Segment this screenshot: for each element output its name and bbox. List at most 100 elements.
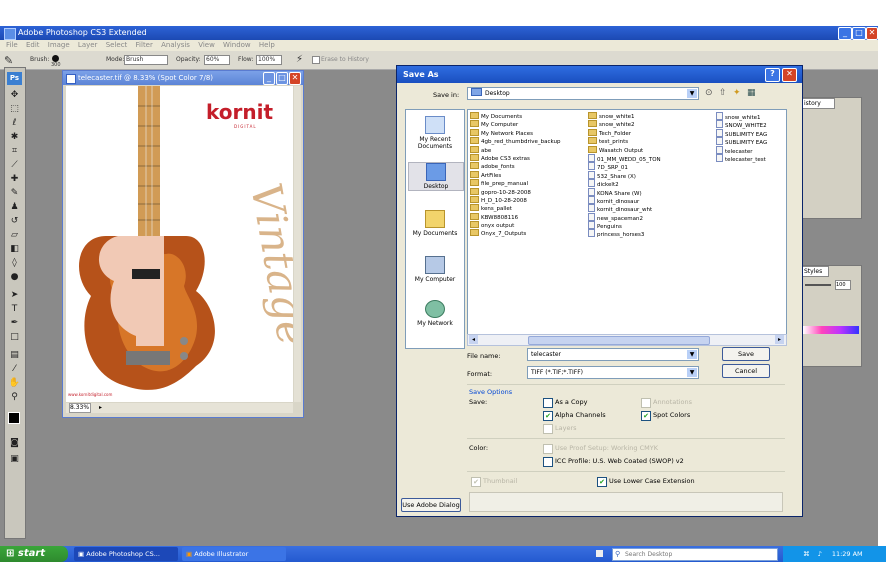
file-list-item[interactable]: My Documents [470,112,561,120]
start-button[interactable]: ⊞ start [0,546,68,562]
back-icon[interactable]: ⊙ [705,88,713,98]
file-list-item[interactable]: Adobe CS3 extras [470,153,561,162]
chevron-down-icon[interactable]: ▼ [687,89,697,98]
dodge-tool-icon[interactable]: ● [8,272,21,283]
dialog-close-button[interactable]: ✕ [782,68,797,82]
doc-minimize-button[interactable]: _ [263,72,275,85]
file-list-item[interactable]: ArtFiles [470,170,561,179]
slice-tool-icon[interactable]: ⟋ [8,160,21,171]
cancel-button[interactable]: Cancel [722,364,770,378]
crop-tool-icon[interactable]: ⌗ [8,146,21,157]
lasso-tool-icon[interactable]: ℓ [8,118,21,129]
save-in-select[interactable]: Desktop ▼ [467,87,699,100]
mode-select[interactable]: Brush [124,55,168,65]
minimize-button[interactable]: _ [838,27,852,40]
styles-panel-tab[interactable]: Styles [801,266,829,277]
file-list-item[interactable]: 532_Share (X) [588,170,661,180]
file-list-item[interactable]: Tech_Folder [588,128,661,137]
color-ramp[interactable] [803,326,859,334]
healing-brush-tool-icon[interactable]: ✚ [8,174,21,185]
status-arrow-icon[interactable]: ▸ [99,403,102,413]
file-list-item[interactable]: 7D_SRP_01 [588,162,661,171]
file-list-item[interactable]: KONA Share (W) [588,187,661,197]
notes-tool-icon[interactable]: ▤ [8,350,21,361]
volume-icon[interactable]: ♪ [818,550,822,558]
chevron-down-icon[interactable]: ▼ [687,368,697,377]
file-list-horizontal-scrollbar[interactable]: ◂ ▸ [467,334,787,346]
doc-vertical-scrollbar[interactable] [294,86,301,402]
eraser-tool-icon[interactable]: ▱ [8,230,21,241]
file-list-item[interactable]: telecaster_test [716,153,767,163]
file-list-item[interactable]: kornit_dinosaur [588,195,661,205]
brush-tool-icon[interactable]: ✎ [8,188,21,199]
file-list-item[interactable]: SNOW_WHITE2 [716,120,767,129]
opacity-input[interactable]: 60% [204,55,230,65]
file-list-item[interactable]: SUBLIMITY EAG [716,128,767,138]
airbrush-icon[interactable]: ⚡ [296,54,303,65]
file-list-item[interactable]: KBW8808116 [470,212,561,221]
quick-mask-icon[interactable]: ◙ [8,438,21,449]
help-button[interactable]: ? [765,68,780,82]
doc-close-button[interactable]: ✕ [289,72,301,85]
up-folder-icon[interactable]: ⇧ [719,88,727,98]
doc-maximize-button[interactable]: □ [276,72,288,85]
eraser-tool-icon[interactable]: ✎ [4,54,13,67]
place-my-computer[interactable]: My Computer [408,256,462,283]
task-illustrator[interactable]: ▣ Adobe Illustrator [182,547,286,561]
icc-profile-checkbox[interactable] [543,457,553,467]
use-adobe-dialog-button[interactable]: Use Adobe Dialog [401,498,461,512]
history-panel-tab[interactable]: istory [801,98,835,109]
erase-history-checkbox[interactable] [312,56,320,64]
file-list-item[interactable]: adobe_fonts [470,162,561,170]
format-select[interactable]: TIFF (*.TIF;*.TIFF) ▼ [527,366,699,379]
file-name-input[interactable]: telecaster ▼ [527,348,699,361]
zoom-readout[interactable]: 8.33% [69,403,91,413]
file-list-item[interactable]: My Computer [470,120,561,128]
gradient-tool-icon[interactable]: ◧ [8,244,21,255]
pen-tool-icon[interactable]: ✒ [8,318,21,329]
file-list-item[interactable]: kens_pallet [470,204,561,212]
move-tool-icon[interactable]: ✥ [8,90,21,101]
styles-slider[interactable] [805,284,831,286]
lower-case-extension-checkbox[interactable]: ✔ [597,477,607,487]
menu-edit[interactable]: Edit [26,41,40,49]
clock[interactable]: 11:29 AM [832,550,863,558]
save-button[interactable]: Save [722,347,770,361]
file-list-item[interactable]: 01_MM_WEDD_05_TON [588,153,661,163]
chevron-down-icon[interactable]: ▼ [687,350,697,359]
menu-filter[interactable]: Filter [136,41,153,49]
spot-colors-checkbox[interactable]: ✔ [641,411,651,421]
shape-tool-icon[interactable]: □ [8,332,21,343]
file-list-item[interactable]: new_spaceman2 [588,212,661,222]
menu-layer[interactable]: Layer [78,41,98,49]
file-list-item[interactable]: Wasatch Output [588,145,661,154]
place-my-network[interactable]: My Network [408,300,462,327]
marquee-tool-icon[interactable]: ⬚ [8,104,21,115]
file-list-item[interactable]: gopro-10-28-2008 [470,187,561,196]
menu-view[interactable]: View [198,41,215,49]
alpha-channels-checkbox[interactable]: ✔ [543,411,553,421]
file-list-item[interactable]: dickelt2 [588,179,661,188]
file-list-item[interactable]: SUBLIMITY EAG [716,137,767,146]
layers-checkbox[interactable] [543,424,553,434]
task-photoshop[interactable]: ▣ Adobe Photoshop CS... [74,547,178,561]
network-icon[interactable]: ⌘ [803,550,810,558]
file-list-item[interactable]: Penguins [588,221,661,230]
styles-value[interactable]: 100 [835,280,851,290]
view-menu-icon[interactable]: ▦ [747,88,756,98]
place-my-documents[interactable]: My Documents [408,210,462,237]
file-list-item[interactable]: kornit_dinosaur_wht [588,204,661,213]
file-list[interactable]: My Documents My Computer My Network Places… [467,109,787,335]
menu-analysis[interactable]: Analysis [161,41,190,49]
file-list-item[interactable]: test_prints [588,137,661,145]
flow-input[interactable]: 100% [256,55,282,65]
history-brush-tool-icon[interactable]: ↺ [8,216,21,227]
foreground-color-swatch[interactable] [8,412,20,424]
file-list-item[interactable]: onyx output [470,221,561,229]
thumbnail-checkbox[interactable]: ✔ [471,477,481,487]
close-button[interactable]: ✕ [866,27,878,40]
document-canvas[interactable]: Vintage www.kornitdigital.com kornit DIG… [66,86,318,402]
path-selection-tool-icon[interactable]: ➤ [8,290,21,301]
eyedropper-tool-icon[interactable]: ⁄ [8,364,21,375]
scroll-thumb[interactable] [528,336,710,345]
